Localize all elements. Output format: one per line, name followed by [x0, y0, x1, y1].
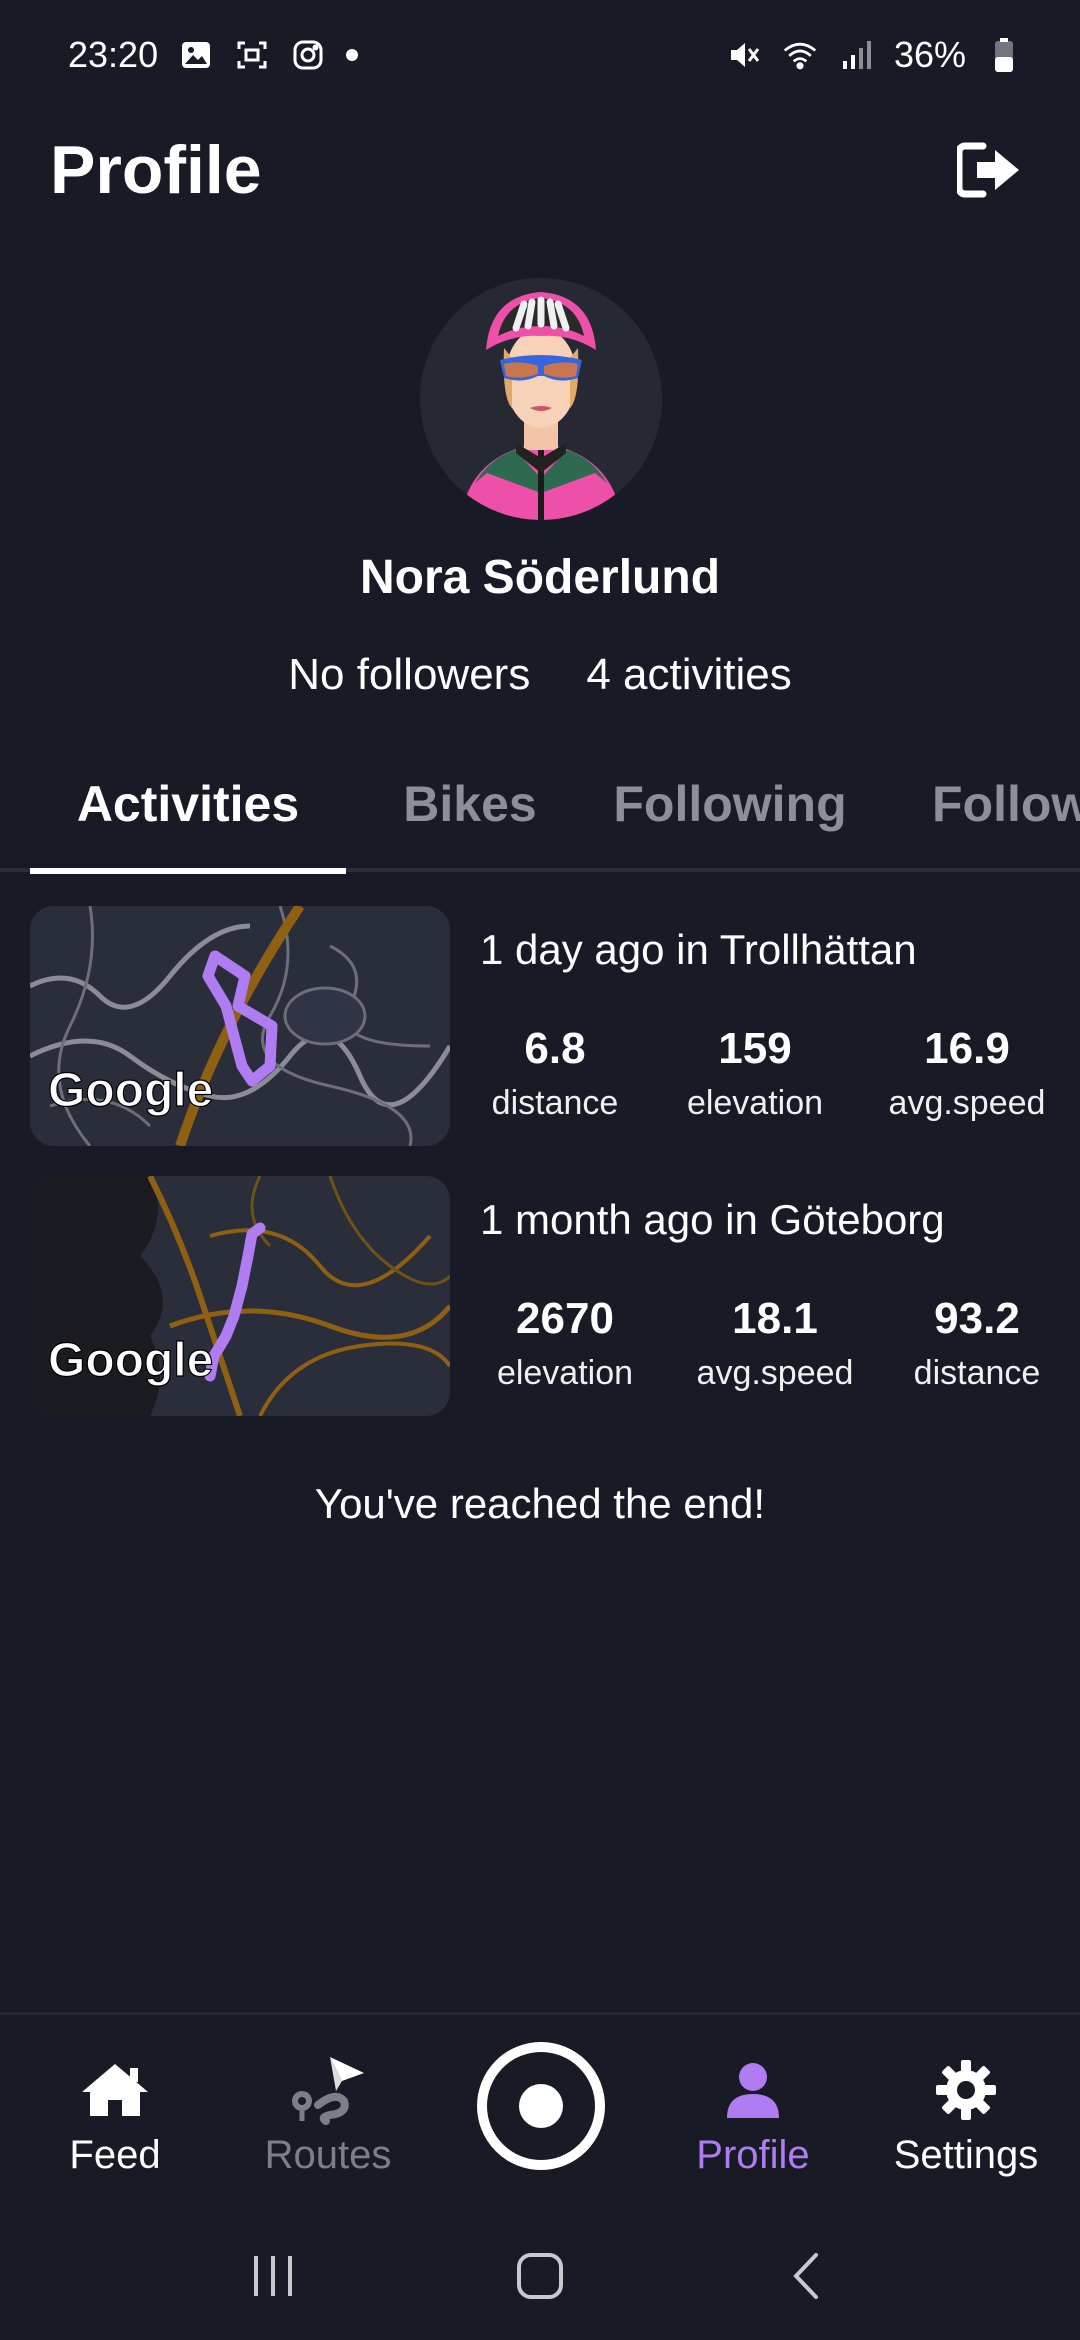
mute-icon [726, 37, 762, 73]
back-button[interactable] [767, 2236, 847, 2316]
activity-card[interactable]: Google 1 month ago in Göteborg 2670 elev… [30, 1176, 1080, 1416]
app-header: Profile [0, 110, 1080, 230]
activity-card[interactable]: Google 1 day ago in Trollhättan 6.8 dist… [30, 906, 1080, 1146]
stat-label: distance [913, 1354, 1041, 1392]
logout-icon [957, 142, 1019, 198]
image-icon [178, 37, 214, 73]
page-title: Profile [50, 132, 262, 208]
record-button[interactable] [477, 2042, 605, 2170]
stat-label: elevation [496, 1354, 634, 1392]
logout-button[interactable] [950, 130, 1030, 210]
activity-stat: 18.1 avg.speed [685, 1294, 865, 1393]
route-map-thumbnail[interactable]: Google [30, 1176, 450, 1416]
activity-stat: 159 elevation [670, 1024, 840, 1123]
nav-label: Feed [69, 2133, 161, 2177]
signal-icon [838, 37, 874, 73]
back-chevron-icon [792, 2253, 818, 2299]
record-icon [519, 2084, 563, 2128]
screenshot-icon [234, 37, 270, 73]
stat-value: 2670 [516, 1294, 614, 1343]
instagram-icon [290, 37, 326, 73]
nav-settings[interactable]: Settings [866, 2055, 1066, 2178]
tab-activities[interactable]: Activities [30, 740, 346, 868]
stat-value: 93.2 [934, 1294, 1020, 1343]
tab-followers[interactable]: Followers [932, 740, 1080, 868]
stat-value: 159 [718, 1024, 792, 1073]
home-button[interactable] [500, 2236, 580, 2316]
stat-label: avg.speed [696, 1354, 854, 1392]
nav-label: Settings [893, 2133, 1039, 2177]
activity-stat: 6.8 distance [480, 1024, 630, 1123]
activity-stat: 93.2 distance [902, 1294, 1052, 1393]
home-square-icon [516, 2253, 563, 2299]
tab-bikes[interactable]: Bikes [370, 740, 570, 868]
google-map-label: Google [48, 1064, 213, 1117]
followers-count[interactable]: No followers [288, 650, 530, 700]
recent-apps-icon [254, 2256, 293, 2296]
activity-title: 1 day ago in Trollhättan [480, 926, 917, 973]
profile-stats: No followers 4 activities [0, 650, 1080, 700]
home-icon [15, 2055, 215, 2125]
stat-label: distance [491, 1084, 619, 1122]
tab-active-indicator [30, 868, 346, 874]
battery-percent: 36% [893, 34, 966, 75]
activity-title: 1 month ago in Göteborg [480, 1196, 945, 1243]
status-bar-right: 36% [726, 34, 1022, 76]
nav-feed[interactable]: Feed [15, 2055, 215, 2178]
stat-value: 16.9 [924, 1024, 1010, 1073]
nav-routes[interactable]: Routes [228, 2055, 428, 2178]
dot-icon [346, 49, 359, 61]
stat-label: elevation [686, 1084, 824, 1122]
status-time: 23:20 [68, 34, 159, 75]
system-navigation-bar [0, 2212, 1080, 2340]
google-map-label: Google [48, 1334, 213, 1387]
stat-value: 6.8 [524, 1024, 586, 1073]
status-bar: 23:20 36% [0, 0, 1080, 110]
route-map-thumbnail[interactable]: Google [30, 906, 450, 1146]
nav-label: Routes [264, 2133, 392, 2177]
status-bar-left: 23:20 [68, 34, 359, 76]
avatar [420, 278, 662, 520]
battery-icon [986, 37, 1022, 73]
activity-stat: 2670 elevation [480, 1294, 650, 1393]
person-icon [653, 2055, 853, 2125]
wifi-icon [782, 37, 818, 73]
stat-value: 18.1 [732, 1294, 818, 1343]
activity-stat: 16.9 avg.speed [882, 1024, 1052, 1123]
nav-label: Profile [696, 2133, 810, 2177]
end-of-list-message: You've reached the end! [314, 1480, 766, 1527]
nav-profile[interactable]: Profile [653, 2055, 853, 2178]
routes-icon [228, 2055, 428, 2125]
profile-name: Nora Söderlund [359, 551, 721, 604]
activities-count: 4 activities [586, 650, 792, 699]
recent-apps-button[interactable] [233, 2236, 313, 2316]
profile-tabs: Activities Bikes Following Followers [0, 740, 1080, 872]
stat-label: avg.speed [888, 1084, 1046, 1122]
tab-following[interactable]: Following [595, 740, 865, 868]
gear-icon [866, 2055, 1066, 2125]
